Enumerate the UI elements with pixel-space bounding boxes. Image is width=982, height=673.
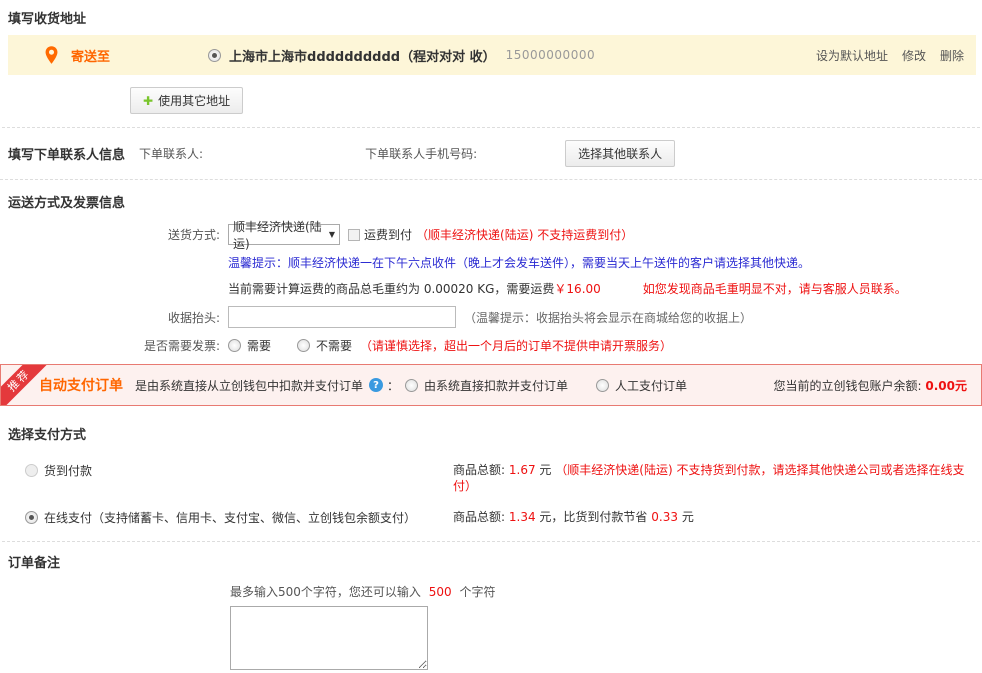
autopay-colon: ： xyxy=(387,377,399,394)
receipt-title-tip: （温馨提示：收据抬头将会显示在商城给您的收据上） xyxy=(464,309,752,326)
shipping-tip-text: 温馨提示：顺丰经济快递一在下午六点收件（晚上才会发车送件），需要当天上午送件的客… xyxy=(228,254,810,271)
address-radio[interactable] xyxy=(208,49,221,62)
online-save-value: 0.33 xyxy=(651,510,678,524)
divider xyxy=(2,541,980,542)
contact-section-title: 填写下单联系人信息 xyxy=(8,144,125,163)
address-banner: 寄送至 上海市上海市dddddddddd（程对对对 收） 15000000000… xyxy=(8,35,976,75)
help-icon[interactable]: ? xyxy=(369,378,383,392)
payment-section-title: 选择支付方式 xyxy=(0,420,982,447)
cod-total-label: 商品总额: xyxy=(453,463,505,477)
freight-amount: ￥16.00 xyxy=(554,280,600,297)
autopay-auto-label: 由系统直接扣款并支付订单 xyxy=(424,377,568,394)
notes-section-title: 订单备注 xyxy=(0,548,982,575)
shipping-method-selected-value: 顺丰经济快递(陆运) xyxy=(233,218,329,252)
notes-counter-value: 500 xyxy=(429,585,452,599)
wallet-balance-label: 您当前的立创钱包账户余额: xyxy=(774,379,922,393)
shipping-section-title: 运送方式及发票信息 xyxy=(0,188,982,215)
invoice-yes-label: 需要 xyxy=(247,337,271,354)
shipping-method-label: 送货方式: xyxy=(0,226,228,243)
invoice-label: 是否需要发票: xyxy=(0,337,228,354)
online-payment-row: 在线支付（支持储蓄卡、信用卡、支付宝、微信、立创钱包余额支付） 商品总额: 1.… xyxy=(0,509,982,526)
plus-icon: ✚ xyxy=(143,94,153,108)
cod-payment-row: 货到付款 商品总额: 1.67 元 （顺丰经济快递(陆运) 不支持货到付款，请选… xyxy=(0,462,982,494)
freight-collect-label: 运费到付 xyxy=(364,226,412,243)
autopay-description: 是由系统直接从立创钱包中扣款并支付订单 xyxy=(135,377,363,394)
weight-text: 当前需要计算运费的商品总毛重约为 0.00020 KG，需要运费 xyxy=(228,280,554,297)
online-mid-text: 元，比货到付款节省 xyxy=(539,510,647,524)
freight-collect-warning: （顺丰经济快递(陆运) 不支持运费到付） xyxy=(416,226,633,243)
receipt-title-input[interactable] xyxy=(228,306,456,328)
chevron-down-icon: ▼ xyxy=(329,230,335,239)
shipping-method-row: 送货方式: 顺丰经济快递(陆运) ▼ 运费到付 （顺丰经济快递(陆运) 不支持运… xyxy=(0,224,982,245)
receipt-title-label: 收据抬头: xyxy=(0,309,228,326)
invoice-warning: （请谨慎选择，超出一个月后的订单不提供申请开票服务） xyxy=(360,337,672,354)
invoice-row: 是否需要发票: 需要 不需要 （请谨慎选择，超出一个月后的订单不提供申请开票服务… xyxy=(0,337,982,354)
freight-collect-checkbox[interactable] xyxy=(348,229,360,241)
shipping-tip-row: 温馨提示：顺丰经济快递一在下午六点收件（晚上才会发车送件），需要当天上午送件的客… xyxy=(0,254,982,271)
set-default-address-link[interactable]: 设为默认地址 xyxy=(816,47,888,64)
contact-row: 填写下单联系人信息 下单联系人: 下单联系人手机号码: 选择其他联系人 xyxy=(0,128,982,179)
use-other-address-label: 使用其它地址 xyxy=(158,92,230,109)
invoice-no-label: 不需要 xyxy=(316,337,352,354)
contact-person-label: 下单联系人: xyxy=(139,145,203,162)
location-pin-icon xyxy=(44,45,59,65)
notes-counter-suffix: 个字符 xyxy=(459,585,495,599)
address-phone: 15000000000 xyxy=(506,48,595,62)
delete-address-link[interactable]: 删除 xyxy=(940,47,964,64)
invoice-yes-radio[interactable] xyxy=(228,339,241,352)
invoice-no-radio[interactable] xyxy=(297,339,310,352)
notes-counter: 最多输入500个字符，您还可以输入 500 个字符 xyxy=(230,583,982,600)
online-pay-label: 在线支付（支持储蓄卡、信用卡、支付宝、微信、立创钱包余额支付） xyxy=(44,509,416,526)
contact-phone-label: 下单联系人手机号码: xyxy=(365,145,477,162)
cod-total-value: 1.67 xyxy=(509,463,536,477)
choose-other-contact-button[interactable]: 选择其他联系人 xyxy=(565,140,675,167)
wallet-balance-value: 0.00元 xyxy=(925,379,967,393)
autopay-manual-radio[interactable] xyxy=(596,379,609,392)
autopay-banner: 推荐 自动支付订单 是由系统直接从立创钱包中扣款并支付订单 ? ： 由系统直接扣… xyxy=(0,364,982,406)
use-other-address-button[interactable]: ✚ 使用其它地址 xyxy=(130,87,243,114)
use-other-address-row: ✚ 使用其它地址 xyxy=(130,87,982,114)
shipping-method-select[interactable]: 顺丰经济快递(陆运) ▼ xyxy=(228,224,340,245)
autopay-title: 自动支付订单 xyxy=(39,375,123,395)
freight-weight-row: 当前需要计算运费的商品总毛重约为 0.00020 KG，需要运费 ￥16.00 … xyxy=(0,280,982,297)
ship-to-label: 寄送至 xyxy=(71,46,110,65)
online-unit: 元 xyxy=(682,510,694,524)
cod-label: 货到付款 xyxy=(44,462,92,479)
divider xyxy=(0,179,982,180)
cod-radio[interactable] xyxy=(25,464,38,477)
online-pay-radio[interactable] xyxy=(25,511,38,524)
edit-address-link[interactable]: 修改 xyxy=(902,47,926,64)
order-notes-textarea[interactable] xyxy=(230,606,428,670)
weight-warning: 如您发现商品毛重明显不对，请与客服人员联系。 xyxy=(643,280,907,297)
address-text: 上海市上海市dddddddddd（程对对对 收） xyxy=(229,46,496,65)
checkout-page: 填写收货地址 寄送至 上海市上海市dddddddddd（程对对对 收） 1500… xyxy=(0,0,982,673)
wallet-balance: 您当前的立创钱包账户余额: 0.00元 xyxy=(774,377,967,394)
online-total-label: 商品总额: xyxy=(453,510,505,524)
receipt-title-row: 收据抬头: （温馨提示：收据抬头将会显示在商城给您的收据上） xyxy=(0,306,982,328)
notes-counter-prefix: 最多输入500个字符，您还可以输入 xyxy=(230,585,421,599)
autopay-manual-label: 人工支付订单 xyxy=(615,377,687,394)
address-links: 设为默认地址 修改 删除 xyxy=(816,47,964,64)
autopay-auto-radio[interactable] xyxy=(405,379,418,392)
online-total-value: 1.34 xyxy=(509,510,536,524)
address-section-title: 填写收货地址 xyxy=(0,4,982,31)
cod-total-unit: 元 xyxy=(539,463,551,477)
